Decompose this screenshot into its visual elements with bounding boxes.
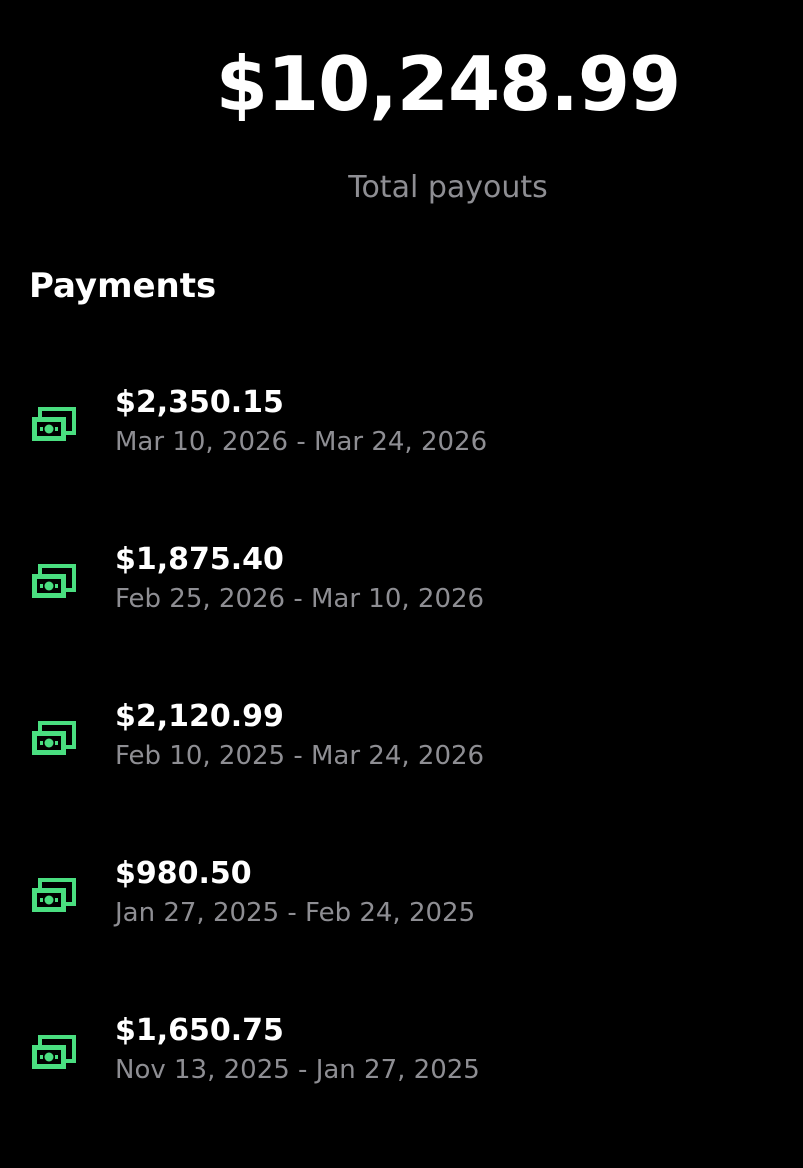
payment-row[interactable]: $1,875.40 Feb 25, 2026 - Mar 10, 2026 bbox=[0, 540, 803, 697]
payment-date-range: Nov 13, 2025 - Jan 27, 2025 bbox=[115, 1055, 480, 1085]
payment-date-range: Mar 10, 2026 - Mar 24, 2026 bbox=[115, 427, 488, 457]
payment-amount: $2,120.99 bbox=[115, 699, 284, 734]
payment-amount: $1,875.40 bbox=[115, 542, 284, 577]
payment-date-range: Jan 27, 2025 - Feb 24, 2025 bbox=[115, 898, 476, 928]
payment-amount: $1,650.75 bbox=[115, 1013, 284, 1048]
cash-icon bbox=[29, 878, 77, 914]
payments-list: $2,350.15 Mar 10, 2026 - Mar 24, 2026 $1… bbox=[0, 383, 803, 1168]
payments-heading: Payments bbox=[29, 266, 217, 306]
payment-date-range: Feb 10, 2025 - Mar 24, 2026 bbox=[115, 741, 485, 771]
payment-date-range: Feb 25, 2026 - Mar 10, 2026 bbox=[115, 584, 485, 614]
payment-row[interactable]: $1,650.75 Nov 13, 2025 - Jan 27, 2025 bbox=[0, 1011, 803, 1168]
cash-icon bbox=[29, 1035, 77, 1071]
cash-icon bbox=[29, 721, 77, 757]
total-payouts-amount: $10,248.99 bbox=[215, 40, 681, 128]
payment-row[interactable]: $980.50 Jan 27, 2025 - Feb 24, 2025 bbox=[0, 854, 803, 1011]
payment-row[interactable]: $2,120.99 Feb 10, 2025 - Mar 24, 2026 bbox=[0, 697, 803, 854]
payment-row[interactable]: $2,350.15 Mar 10, 2026 - Mar 24, 2026 bbox=[0, 383, 803, 540]
total-payouts-label: Total payouts bbox=[348, 170, 548, 205]
payment-amount: $2,350.15 bbox=[115, 385, 284, 420]
payment-amount: $980.50 bbox=[115, 856, 252, 891]
cash-icon bbox=[29, 564, 77, 600]
cash-icon bbox=[29, 407, 77, 443]
